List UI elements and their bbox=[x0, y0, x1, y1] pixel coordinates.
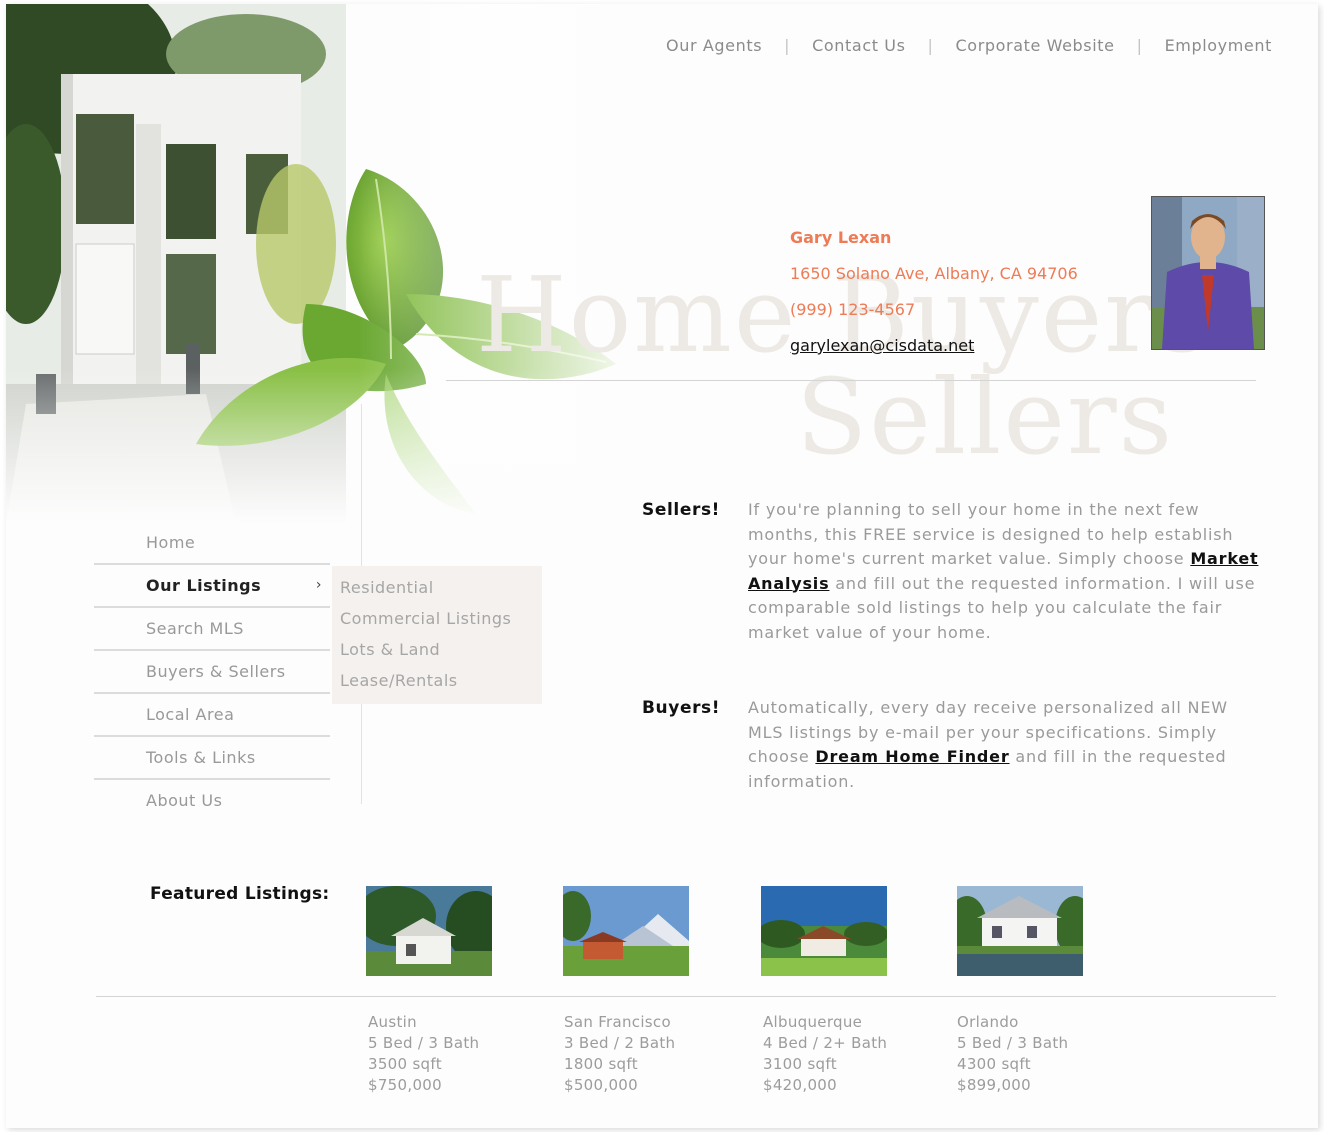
listing-orlando: Orlando 5 Bed / 3 Bath 4300 sqft $899,00… bbox=[957, 1012, 1068, 1096]
left-nav-our-listings[interactable]: Our Listings › bbox=[94, 565, 330, 608]
agent-contact: Gary Lexan 1650 Solano Ave, Albany, CA 9… bbox=[790, 228, 1078, 372]
listing-city: San Francisco bbox=[564, 1013, 671, 1031]
sellers-heading: Sellers! bbox=[642, 500, 721, 520]
chevron-right-icon: › bbox=[315, 577, 322, 593]
nav-item-label: Home bbox=[146, 533, 196, 552]
left-nav-about-us[interactable]: About Us bbox=[94, 780, 330, 821]
listing-photo-orlando[interactable] bbox=[957, 886, 1083, 976]
nav-separator: | bbox=[927, 36, 934, 55]
agent-email-link[interactable]: garylexan@cisdata.net bbox=[790, 336, 974, 355]
listing-sqft: 1800 sqft bbox=[564, 1055, 638, 1073]
buyers-text: Automatically, every day receive persona… bbox=[748, 696, 1262, 794]
nav-separator: | bbox=[784, 36, 791, 55]
featured-divider bbox=[96, 996, 1276, 997]
hero-house-leaves-image bbox=[6, 4, 646, 524]
buyers-heading: Buyers! bbox=[642, 698, 721, 718]
agent-address: 1650 Solano Ave, Albany, CA 94706 bbox=[790, 264, 1078, 283]
listing-san-francisco: San Francisco 3 Bed / 2 Bath 1800 sqft $… bbox=[564, 1012, 675, 1096]
nav-item-label: Tools & Links bbox=[146, 748, 256, 767]
listings-submenu: Residential Commercial Listings Lots & L… bbox=[332, 566, 542, 704]
dream-home-finder-link[interactable]: Dream Home Finder bbox=[815, 747, 1009, 766]
listing-city: Austin bbox=[368, 1013, 417, 1031]
agent-photo bbox=[1151, 196, 1265, 350]
submenu-commercial-listings[interactable]: Commercial Listings bbox=[340, 603, 542, 634]
listing-beds-baths: 4 Bed / 2+ Bath bbox=[763, 1034, 888, 1052]
header-divider bbox=[446, 380, 1256, 381]
listing-beds-baths: 5 Bed / 3 Bath bbox=[368, 1034, 480, 1052]
top-nav-contact-us[interactable]: Contact Us bbox=[812, 36, 905, 55]
top-nav: Our Agents | Contact Us | Corporate Webs… bbox=[666, 36, 1272, 55]
featured-listings-heading: Featured Listings: bbox=[150, 884, 330, 904]
listing-photo-san-francisco[interactable] bbox=[563, 886, 689, 976]
sellers-text: If you're planning to sell your home in … bbox=[748, 498, 1262, 645]
agent-name: Gary Lexan bbox=[790, 228, 892, 247]
left-nav-buyers-sellers[interactable]: Buyers & Sellers bbox=[94, 651, 330, 694]
listing-beds-baths: 3 Bed / 2 Bath bbox=[564, 1034, 676, 1052]
submenu-residential[interactable]: Residential bbox=[340, 572, 542, 603]
listing-photo-austin[interactable] bbox=[366, 886, 492, 976]
listing-austin: Austin 5 Bed / 3 Bath 3500 sqft $750,000 bbox=[368, 1012, 479, 1096]
listing-price: $500,000 bbox=[564, 1076, 638, 1094]
buyers-section: Buyers! Automatically, every day receive… bbox=[642, 696, 1262, 794]
top-nav-corporate-website[interactable]: Corporate Website bbox=[956, 36, 1115, 55]
nav-item-label: Search MLS bbox=[146, 619, 244, 638]
sellers-section: Sellers! If you're planning to sell your… bbox=[642, 498, 1262, 645]
listing-price: $750,000 bbox=[368, 1076, 442, 1094]
left-nav: Home Our Listings › Search MLS Buyers & S… bbox=[94, 522, 330, 821]
listing-sqft: 3500 sqft bbox=[368, 1055, 442, 1073]
listing-beds-baths: 5 Bed / 3 Bath bbox=[957, 1034, 1069, 1052]
watermark-sellers: Sellers bbox=[796, 356, 1174, 478]
listing-price: $899,000 bbox=[957, 1076, 1031, 1094]
listing-sqft: 4300 sqft bbox=[957, 1055, 1031, 1073]
nav-item-label: Buyers & Sellers bbox=[146, 662, 286, 681]
agent-phone: (999) 123-4567 bbox=[790, 300, 916, 319]
nav-item-label: Local Area bbox=[146, 705, 235, 724]
listing-photo-albuquerque[interactable] bbox=[761, 886, 887, 976]
left-nav-tools-links[interactable]: Tools & Links bbox=[94, 737, 330, 780]
sellers-text-intro: If you're planning to sell your home in … bbox=[748, 500, 1234, 568]
listing-city: Orlando bbox=[957, 1013, 1019, 1031]
left-nav-home[interactable]: Home bbox=[94, 522, 330, 565]
submenu-lease-rentals[interactable]: Lease/Rentals bbox=[340, 665, 542, 696]
listing-sqft: 3100 sqft bbox=[763, 1055, 837, 1073]
nav-item-label: Our Listings bbox=[146, 576, 262, 595]
listing-price: $420,000 bbox=[763, 1076, 837, 1094]
listing-albuquerque: Albuquerque 4 Bed / 2+ Bath 3100 sqft $4… bbox=[763, 1012, 887, 1096]
nav-separator: | bbox=[1136, 36, 1143, 55]
left-nav-search-mls[interactable]: Search MLS bbox=[94, 608, 330, 651]
submenu-lots-land[interactable]: Lots & Land bbox=[340, 634, 542, 665]
listing-city: Albuquerque bbox=[763, 1013, 863, 1031]
top-nav-employment[interactable]: Employment bbox=[1165, 36, 1272, 55]
top-nav-our-agents[interactable]: Our Agents bbox=[666, 36, 762, 55]
nav-item-label: About Us bbox=[146, 791, 223, 810]
page-frame: Home Buyers Sellers Our Agents | Contact… bbox=[6, 4, 1318, 1128]
left-nav-local-area[interactable]: Local Area bbox=[94, 694, 330, 737]
